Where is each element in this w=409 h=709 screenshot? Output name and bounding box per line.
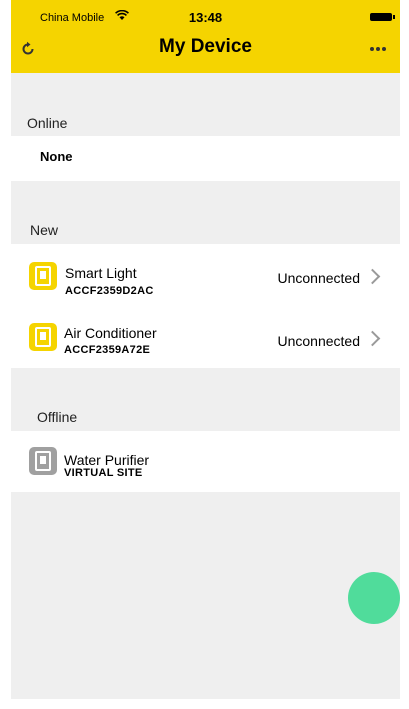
device-id: VIRTUAL SITE [64,467,143,479]
section-label-new: New [30,222,59,238]
device-name: Smart Light [65,265,137,281]
status-time: 13:48 [188,10,223,25]
section-label-offline: Offline [37,409,78,425]
chevron-right-icon [364,330,381,347]
device-id: ACCF2359A72E [64,344,151,356]
device-row-air-conditioner[interactable]: Air Conditioner ACCF2359A72E Unconnected [11,306,400,366]
more-options-icon[interactable] [368,47,386,51]
device-status: Unconnected [277,270,360,286]
nav-bar: My Device [11,26,400,73]
status-bar: China Mobile 13:48 [11,0,400,26]
new-devices-list: Smart Light ACCF2359D2AC Unconnected Air… [11,244,400,368]
page-title: My Device [159,36,252,57]
phone-screen: China Mobile 13:48 My Device Online None… [11,0,400,699]
floating-action-button[interactable] [348,572,400,624]
device-name: Water Purifier [64,452,150,468]
chevron-right-icon [364,268,381,285]
device-name: Air Conditioner [64,325,157,341]
device-row-smart-light[interactable]: Smart Light ACCF2359D2AC Unconnected [11,244,400,304]
section-label-online: Online [27,115,68,131]
device-icon [29,447,57,475]
offline-devices-list: Water Purifier VIRTUAL SITE [11,431,400,492]
online-devices-list: None [11,136,400,181]
device-row-water-purifier[interactable]: Water Purifier VIRTUAL SITE [11,431,400,491]
device-id: ACCF2359D2AC [65,285,154,297]
online-empty-text: None [40,149,73,164]
device-icon [29,323,57,351]
device-icon [29,262,57,290]
battery-icon [370,13,395,21]
device-status: Unconnected [277,333,360,349]
